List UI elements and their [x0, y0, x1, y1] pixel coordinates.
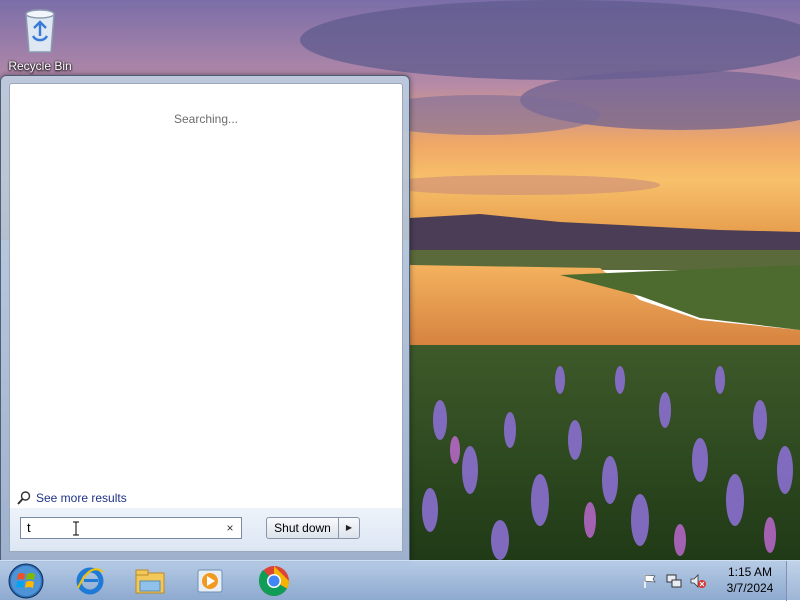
clock-time: 1:15 AM [727, 565, 773, 579]
action-center-flag-icon[interactable] [641, 572, 659, 590]
start-menu: Searching... See more results [0, 75, 410, 562]
desktop-icon-label: Recycle Bin [8, 59, 72, 73]
start-search-input[interactable]: t [20, 517, 242, 539]
shutdown-split-button: Shut down ▶ [266, 517, 360, 539]
taskbar-media-player[interactable] [184, 563, 236, 599]
start-button[interactable] [6, 562, 46, 600]
searching-status: Searching... [173, 112, 239, 126]
search-icon [17, 491, 31, 505]
chrome-icon [259, 566, 289, 597]
taskbar-chrome[interactable] [248, 563, 300, 599]
see-more-results-label: See more results [36, 491, 127, 505]
taskbar-internet-explorer[interactable] [64, 563, 116, 599]
see-more-results-link[interactable]: See more results [16, 490, 127, 506]
network-icon[interactable] [665, 572, 683, 590]
desktop-icon-recycle-bin[interactable]: Recycle Bin [4, 4, 76, 76]
show-desktop-button[interactable] [786, 561, 800, 601]
taskbar-clock[interactable]: 1:15 AM 3/7/2024 [718, 564, 782, 596]
clock-date: 3/7/2024 [726, 581, 774, 595]
search-results-pane: Searching... See more results [9, 83, 403, 509]
recycle-bin-icon [25, 9, 55, 53]
shutdown-button[interactable]: Shut down [267, 518, 338, 538]
file-explorer-icon [135, 569, 165, 594]
shutdown-options-arrow-icon[interactable]: ▶ [338, 518, 359, 538]
taskbar: 1:15 AM 3/7/2024 [0, 560, 800, 601]
clear-search-icon[interactable]: × [222, 519, 238, 537]
volume-muted-icon[interactable] [689, 572, 707, 590]
media-player-icon [197, 569, 223, 593]
system-tray [638, 561, 710, 601]
taskbar-file-explorer[interactable] [124, 563, 176, 599]
windows-logo-icon [8, 563, 44, 599]
search-input-value: t [27, 520, 31, 535]
internet-explorer-icon [76, 567, 104, 595]
text-cursor-icon [73, 521, 79, 536]
